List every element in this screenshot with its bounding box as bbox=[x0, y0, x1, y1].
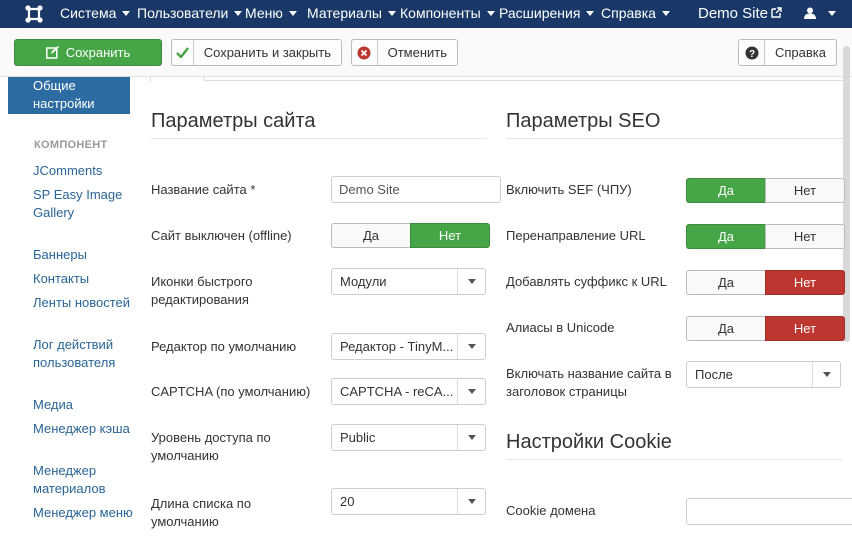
captcha-select[interactable]: CAPTCHA - reCA... bbox=[331, 378, 486, 405]
menu-help[interactable]: Справка bbox=[601, 0, 670, 28]
site-name-label: Название сайта * bbox=[151, 182, 256, 197]
sidebar-item-contacts[interactable]: Контакты bbox=[33, 270, 133, 288]
main-content: Параметры сайта Название сайта * Demo Si… bbox=[140, 77, 852, 540]
cookie-section-title: Настройки Cookie bbox=[506, 431, 672, 453]
tab-bar bbox=[150, 77, 844, 81]
check-icon bbox=[172, 40, 194, 65]
rewrite-label: Перенаправление URL bbox=[506, 228, 646, 243]
sidebar-item-jcomments[interactable]: JComments bbox=[33, 162, 133, 180]
top-navbar: Система Пользователи Меню Материалы Комп… bbox=[0, 0, 852, 28]
captcha-label: CAPTCHA (по умолчанию) bbox=[151, 384, 311, 399]
rewrite-no-button[interactable]: Нет bbox=[765, 224, 845, 249]
editor-select[interactable]: Редактор - TinyM... bbox=[331, 333, 486, 360]
suffix-no-button[interactable]: Нет bbox=[765, 270, 845, 295]
save-close-button[interactable]: Сохранить и закрыть bbox=[171, 39, 342, 66]
unicode-yes-button[interactable]: Да bbox=[686, 316, 765, 341]
sidebar-item-global-config[interactable]: Общие настройки bbox=[8, 77, 130, 114]
access-select[interactable]: Public bbox=[331, 424, 486, 451]
caret-down-icon bbox=[828, 11, 837, 16]
frontedit-label: Иконки быстрого редактирования bbox=[151, 274, 253, 307]
sef-toggle: Да Нет bbox=[686, 178, 845, 203]
save-button[interactable]: Сохранить bbox=[14, 39, 162, 66]
divider bbox=[151, 138, 487, 139]
sidebar-item-banners[interactable]: Баннеры bbox=[33, 246, 133, 264]
chevron-down-icon bbox=[457, 425, 485, 450]
cookie-domain-label: Cookie домена bbox=[506, 503, 596, 518]
menu-menus[interactable]: Меню bbox=[245, 0, 297, 28]
offline-no-button[interactable]: Нет bbox=[410, 223, 490, 248]
edit-icon bbox=[45, 46, 59, 59]
caret-down-icon bbox=[661, 11, 670, 16]
menu-system[interactable]: Система bbox=[60, 0, 131, 28]
chevron-down-icon bbox=[457, 334, 485, 359]
rewrite-yes-button[interactable]: Да bbox=[686, 224, 765, 249]
list-length-label: Длина списка по умолчанию bbox=[151, 496, 252, 529]
rewrite-toggle: Да Нет bbox=[686, 224, 845, 249]
divider bbox=[506, 459, 843, 460]
chevron-down-icon bbox=[457, 269, 485, 294]
site-link[interactable]: Demo Site bbox=[698, 0, 782, 28]
sidebar-item-menu-manager[interactable]: Менеджер меню bbox=[33, 504, 133, 522]
unicode-label: Алиасы в Unicode bbox=[506, 320, 615, 335]
user-icon bbox=[804, 7, 816, 19]
sidebar-item-media[interactable]: Медиа bbox=[33, 396, 133, 414]
suffix-toggle: Да Нет bbox=[686, 270, 845, 295]
sidebar-item-sp-easy-image-gallery[interactable]: SP Easy Image Gallery bbox=[33, 186, 133, 222]
caret-down-icon bbox=[234, 11, 243, 16]
menu-users[interactable]: Пользователи bbox=[137, 0, 243, 28]
caret-down-icon bbox=[586, 11, 595, 16]
sef-yes-button[interactable]: Да bbox=[686, 178, 765, 203]
sef-no-button[interactable]: Нет bbox=[765, 178, 845, 203]
unicode-no-button[interactable]: Нет bbox=[765, 316, 845, 341]
caret-down-icon bbox=[122, 11, 131, 16]
menu-components[interactable]: Компоненты bbox=[400, 0, 495, 28]
caret-down-icon bbox=[387, 11, 396, 16]
question-icon: ? bbox=[739, 40, 765, 65]
sidebar-item-newsfeeds[interactable]: Ленты новостей bbox=[33, 294, 133, 312]
list-length-select[interactable]: 20 bbox=[331, 488, 486, 515]
chevron-down-icon bbox=[457, 489, 485, 514]
chevron-down-icon bbox=[812, 362, 840, 387]
offline-yes-button[interactable]: Да bbox=[331, 223, 410, 248]
help-button[interactable]: ? Справка bbox=[738, 39, 837, 66]
tab-site[interactable] bbox=[150, 77, 205, 82]
sitename-label: Включать название сайта в заголовок стра… bbox=[506, 366, 672, 399]
frontedit-select[interactable]: Модули bbox=[331, 268, 486, 295]
divider bbox=[506, 138, 843, 139]
sidebar-heading: КОМПОНЕНТ bbox=[34, 139, 108, 151]
cancel-button[interactable]: Отменить bbox=[351, 39, 458, 66]
svg-text:?: ? bbox=[748, 49, 754, 60]
site-name-input[interactable]: Demo Site bbox=[331, 176, 501, 203]
caret-down-icon bbox=[486, 11, 495, 16]
sidebar-item-action-logs[interactable]: Лог действий пользователя bbox=[33, 336, 133, 372]
unicode-toggle: Да Нет bbox=[686, 316, 845, 341]
sef-label: Включить SEF (ЧПУ) bbox=[506, 182, 632, 197]
cancel-icon bbox=[352, 40, 378, 65]
seo-section-title: Параметры SEO bbox=[506, 110, 661, 132]
toolbar: Сохранить Сохранить и закрыть Отменить ?… bbox=[0, 28, 852, 77]
chevron-down-icon bbox=[457, 379, 485, 404]
sidebar-item-cache[interactable]: Менеджер кэша bbox=[33, 420, 133, 438]
offline-label: Сайт выключен (offline) bbox=[151, 228, 292, 243]
site-section-title: Параметры сайта bbox=[151, 110, 316, 132]
sidebar: Общие настройки КОМПОНЕНТ JComments SP E… bbox=[0, 77, 140, 540]
editor-label: Редактор по умолчанию bbox=[151, 339, 297, 354]
access-label: Уровень доступа по умолчанию bbox=[151, 430, 271, 463]
user-menu[interactable] bbox=[804, 0, 837, 28]
sitename-select[interactable]: После bbox=[686, 361, 841, 388]
suffix-label: Добавлять суффикс к URL bbox=[506, 274, 667, 289]
menu-extensions[interactable]: Расширения bbox=[499, 0, 595, 28]
offline-toggle: Да Нет bbox=[331, 223, 490, 248]
sidebar-item-content-manager[interactable]: Менеджер материалов bbox=[33, 462, 133, 498]
caret-down-icon bbox=[288, 11, 297, 16]
cookie-domain-input[interactable] bbox=[686, 498, 852, 525]
joomla-logo-icon[interactable] bbox=[24, 4, 44, 24]
menu-content[interactable]: Материалы bbox=[307, 0, 396, 28]
external-link-icon bbox=[771, 7, 782, 18]
suffix-yes-button[interactable]: Да bbox=[686, 270, 765, 295]
